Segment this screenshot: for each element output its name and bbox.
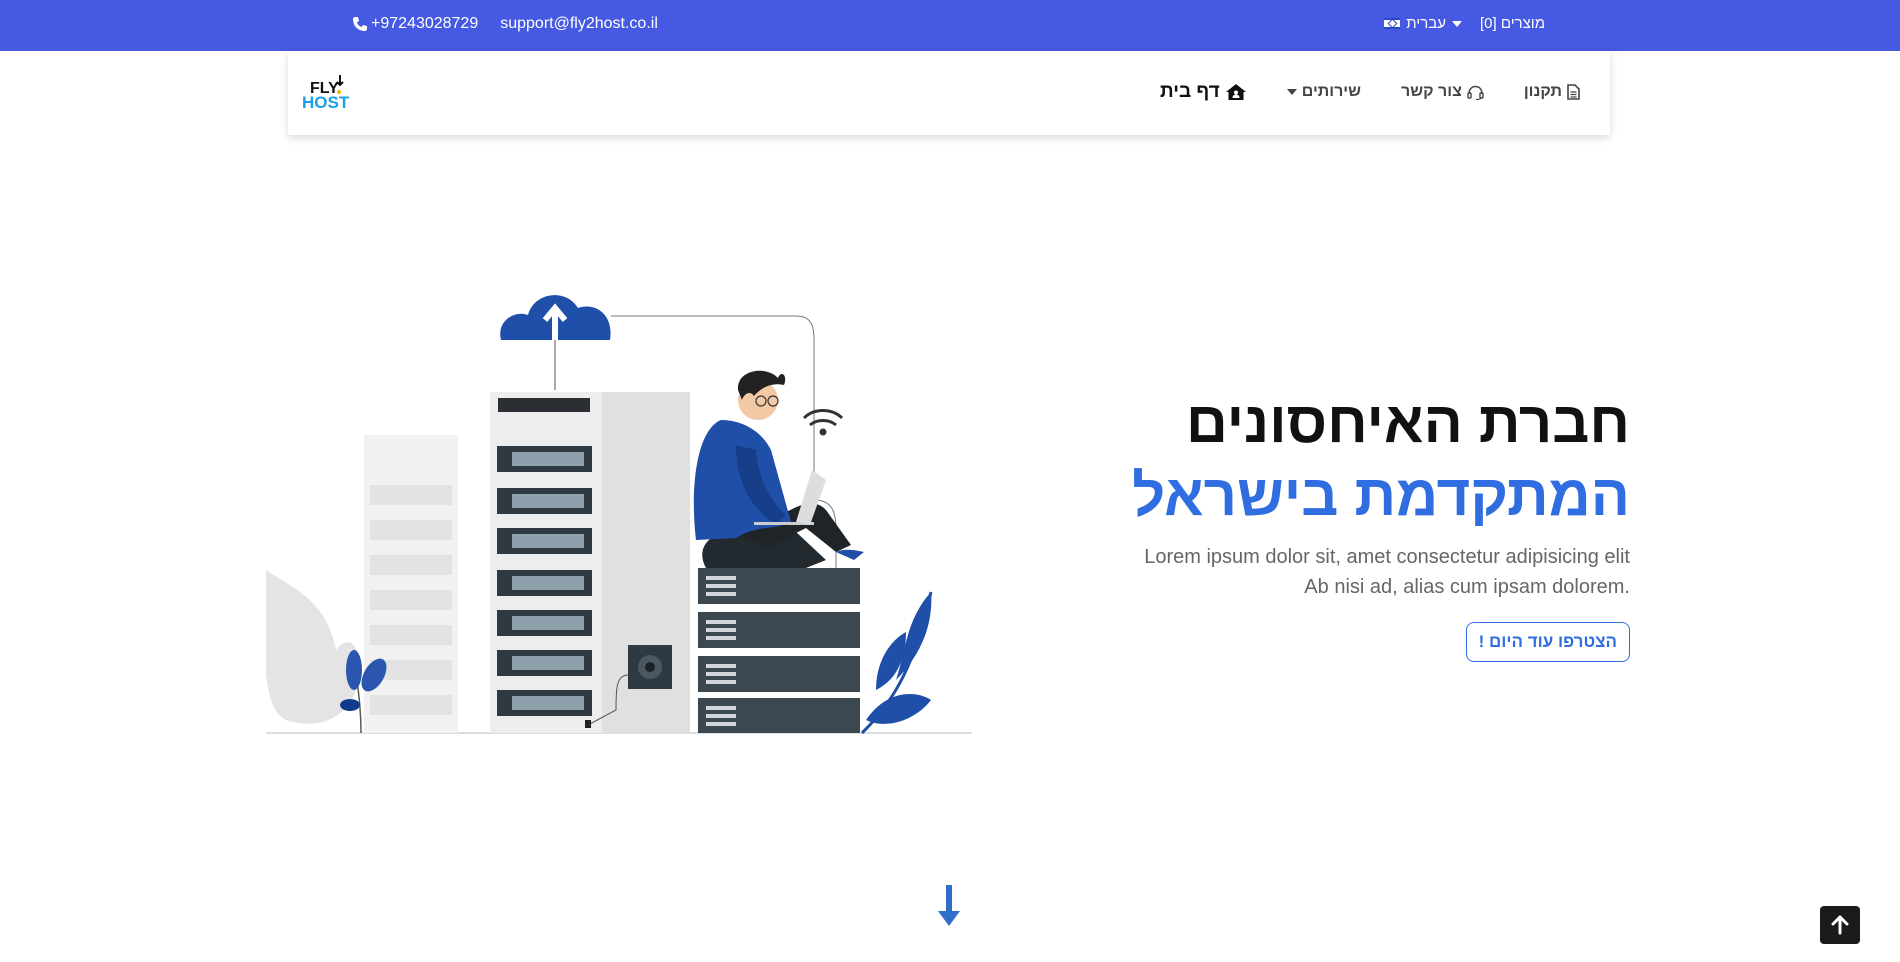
email-link[interactable]: support@fly2host.co.il (500, 15, 658, 33)
nav-item-label: צור קשר (1401, 83, 1462, 100)
language-label: עברית (1406, 15, 1446, 32)
topbar-right: מוצרים [0] עברית (1384, 15, 1545, 32)
contact-info: +97243028729 support@fly2host.co.il (352, 15, 658, 33)
language-selector[interactable]: עברית (1384, 15, 1462, 32)
chevron-down-icon (1451, 20, 1462, 27)
nav-item-label: דף בית (1159, 81, 1220, 102)
top-bar: +97243028729 support@fly2host.co.il מוצר… (0, 0, 1900, 51)
document-icon (1567, 84, 1580, 100)
hero-title-line1: חברת האיחסונים (1185, 390, 1630, 455)
wifi-icon (802, 409, 844, 436)
arrow-down-icon[interactable] (934, 883, 964, 928)
cloud-upload-icon (500, 295, 611, 390)
site-logo[interactable]: FLY HOST (302, 71, 362, 112)
hero-lead-line1: Lorem ipsum dolor sit, amet consectetur … (1144, 546, 1630, 568)
home-icon (1225, 84, 1246, 100)
svg-text:HOST: HOST (302, 93, 350, 111)
israel-flag-icon (1384, 18, 1401, 29)
phone-link[interactable]: +97243028729 (352, 15, 478, 33)
hero-lead-line2: Ab nisi ad, alias cum ipsam dolorem. (1304, 576, 1630, 598)
server-stack (698, 568, 860, 733)
nav-item-label: תקנון (1523, 83, 1562, 100)
hero-title-line2: המתקדמת בישראל (1132, 463, 1630, 528)
headset-icon (1467, 85, 1484, 100)
hero-illustration (266, 295, 972, 735)
server-tower (490, 392, 602, 733)
phone-number: +97243028729 (371, 15, 479, 32)
back-to-top-button[interactable] (1820, 906, 1860, 944)
nav-item-home[interactable]: דף בית (1160, 81, 1247, 103)
nav-item-contact[interactable]: צור קשר (1401, 83, 1484, 101)
phone-icon (353, 17, 367, 31)
person-illustration (693, 370, 864, 568)
nav-menu: תקנון צור קשר שירותים דף בית (1160, 81, 1580, 103)
nav-item-terms[interactable]: תקנון (1524, 83, 1580, 101)
hero-section: חברת האיחסונים המתקדמת בישראל Lorem ipsu… (990, 390, 1630, 662)
hero-lead: Lorem ipsum dolor sit, amet consectetur … (990, 542, 1630, 602)
main-navbar: FLY HOST תקנון צור קשר שירותים דף בית (288, 51, 1610, 135)
chevron-down-icon (1286, 89, 1297, 95)
join-today-button[interactable]: הצטרפו עוד היום ! (1465, 622, 1630, 662)
arrow-up-icon (1831, 915, 1849, 935)
cart-link[interactable]: מוצרים [0] (1480, 15, 1545, 32)
server-rack-back (364, 435, 458, 733)
nav-item-label: שירותים (1301, 83, 1362, 100)
nav-item-services[interactable]: שירותים (1286, 83, 1362, 101)
